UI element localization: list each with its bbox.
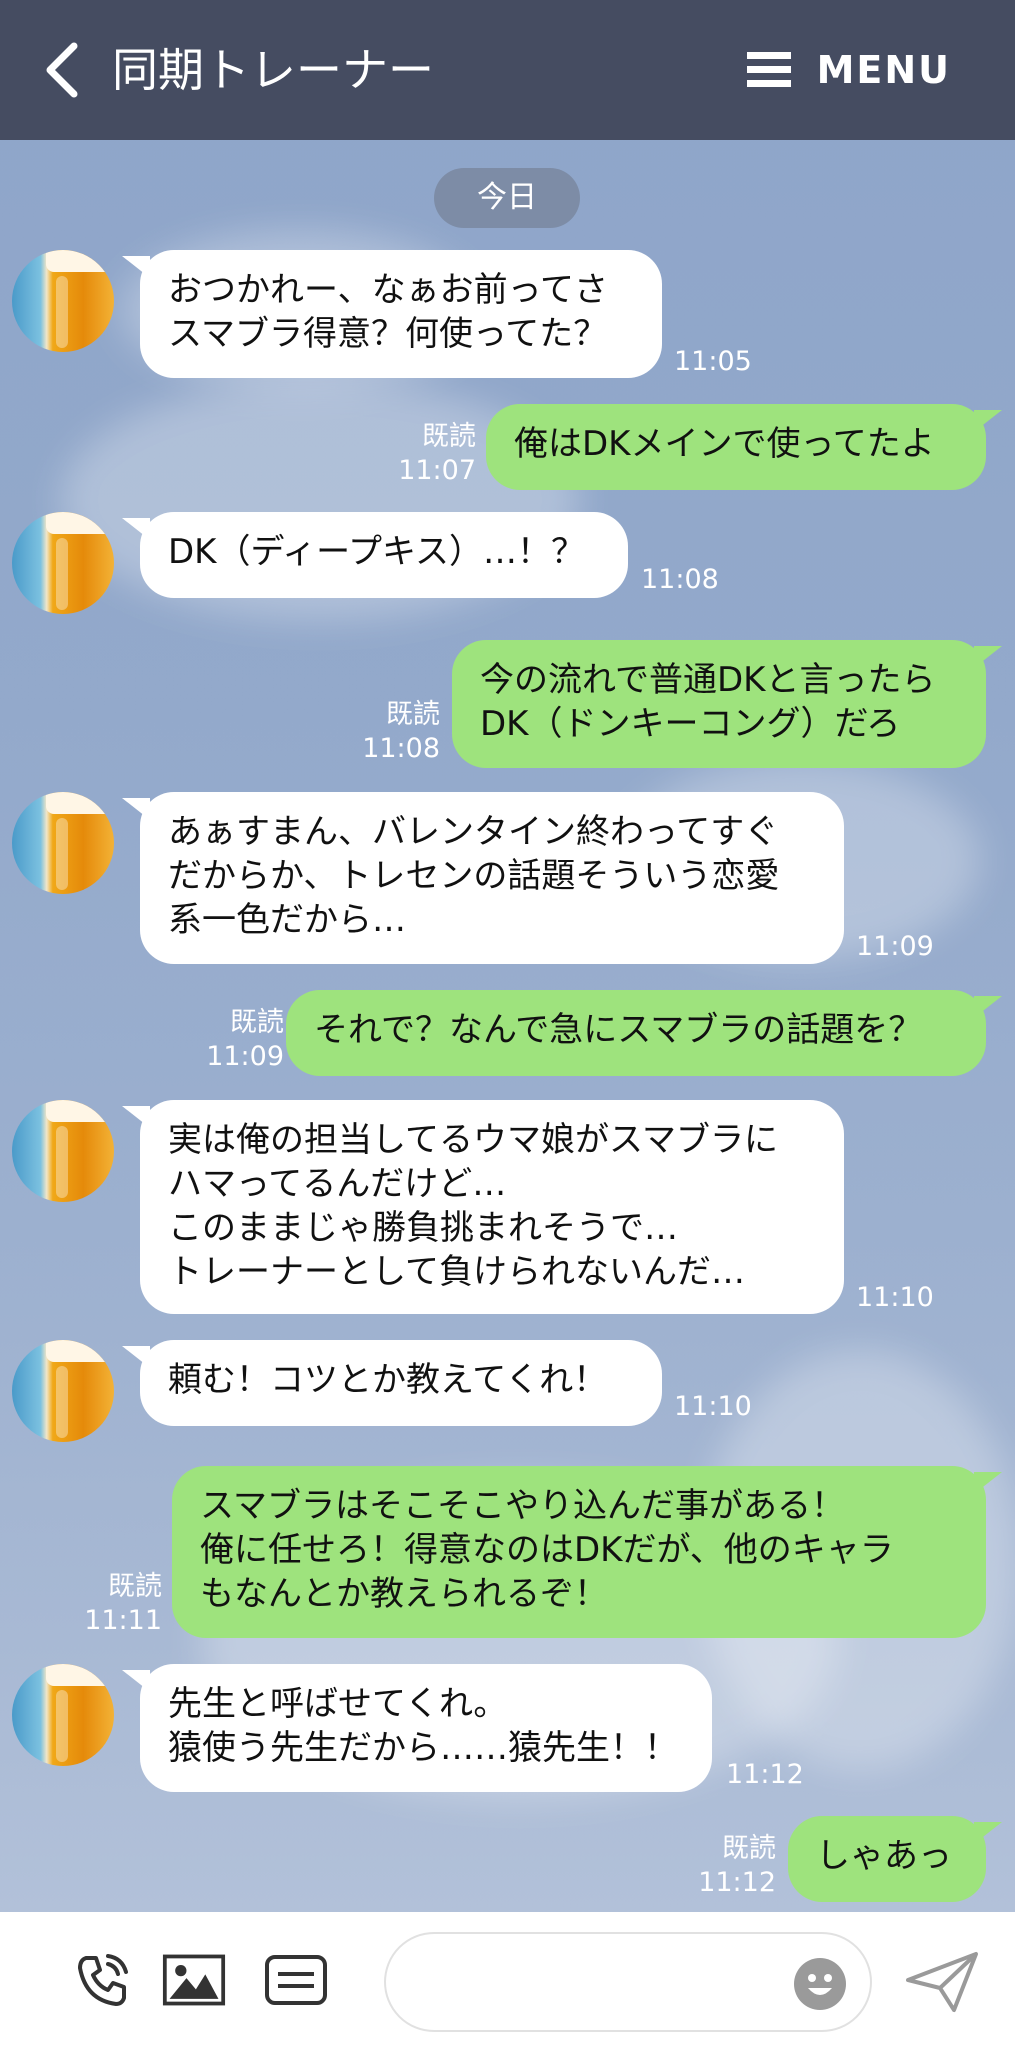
bubble-tail [974,1822,1002,1844]
message-time: 11:09 [856,931,934,962]
message-time: 11:05 [674,346,752,377]
date-divider: 今日 [434,168,580,228]
message-input-box[interactable] [384,1932,872,2032]
read-receipt: 既読 [422,421,476,452]
chevron-left-icon [46,42,78,98]
bubble-tail [974,646,1002,668]
image-button[interactable] [162,1950,226,2010]
message-composer [0,1912,1015,2048]
keyboard-icon [265,1955,327,2005]
message-bubble-sent[interactable]: 今の流れで普通DKと言ったら DK（ドンキーコング）だろ [452,640,986,768]
call-button[interactable] [70,1950,134,2010]
message-time: 11:09 [206,1041,284,1072]
chat-title: 同期トレーナー [112,43,434,97]
bubble-tail [974,410,1002,432]
message-bubble-received[interactable]: 頼む！コツとか教えてくれ！ [140,1340,662,1426]
keyboard-button[interactable] [264,1950,328,2010]
image-icon [162,1954,226,2006]
read-receipt: 既読 [386,699,440,730]
message-bubble-sent[interactable]: しゃあっ [788,1816,986,1902]
hamburger-icon [746,52,791,87]
read-receipt: 既読 [230,1007,284,1038]
message-time: 11:10 [674,1391,752,1422]
emoji-icon [808,1974,832,1995]
message-input[interactable] [414,1956,778,2010]
message-bubble-received[interactable]: おつかれー、なぁお前ってさ スマブラ得意？何使ってた？ [140,250,662,378]
message-bubble-received[interactable]: 実は俺の担当してるウマ娘がスマブラに ハマってるんだけど… このままじゃ勝負挑ま… [140,1100,844,1314]
emoji-button[interactable] [794,1958,846,2010]
message-bubble-sent[interactable]: スマブラはそこそこやり込んだ事がある！ 俺に任せろ！得意なのはDKだが、他のキャ… [172,1466,986,1638]
bubble-tail [974,1472,1002,1494]
menu-button[interactable]: MENU [746,36,951,104]
avatar[interactable] [12,512,114,614]
message-time: 11:10 [856,1282,934,1313]
message-bubble-sent[interactable]: 俺はDKメインで使ってたよ [486,404,986,490]
phone-icon [78,1954,128,2006]
message-time: 11:12 [726,1759,804,1790]
message-time: 11:07 [398,455,476,486]
message-bubble-received[interactable]: あぁすまん、バレンタイン終わってすぐ だからか、トレセンの話題そういう恋愛 系一… [140,792,844,964]
message-time: 11:11 [84,1605,162,1636]
message-time: 11:08 [641,564,719,595]
avatar[interactable] [12,1664,114,1766]
message-bubble-received[interactable]: DK（ディープキス）…！？ [140,512,628,598]
chat-header: 同期トレーナー MENU [0,0,1015,140]
avatar[interactable] [12,792,114,894]
read-receipt: 既読 [722,1833,776,1864]
send-button[interactable] [904,1950,980,2014]
avatar[interactable] [12,1340,114,1442]
back-button[interactable] [22,28,102,112]
send-icon [906,1952,978,2012]
read-receipt: 既読 [108,1571,162,1602]
message-time: 11:08 [362,733,440,764]
message-time: 11:12 [698,1867,776,1898]
menu-label: MENU [816,48,951,92]
avatar[interactable] [12,250,114,352]
avatar[interactable] [12,1100,114,1202]
bubble-tail [974,996,1002,1018]
message-bubble-received[interactable]: 先生と呼ばせてくれ。 猿使う先生だから……猿先生！！ [140,1664,712,1792]
message-bubble-sent[interactable]: それで？なんで急にスマブラの話題を？ [286,990,986,1076]
